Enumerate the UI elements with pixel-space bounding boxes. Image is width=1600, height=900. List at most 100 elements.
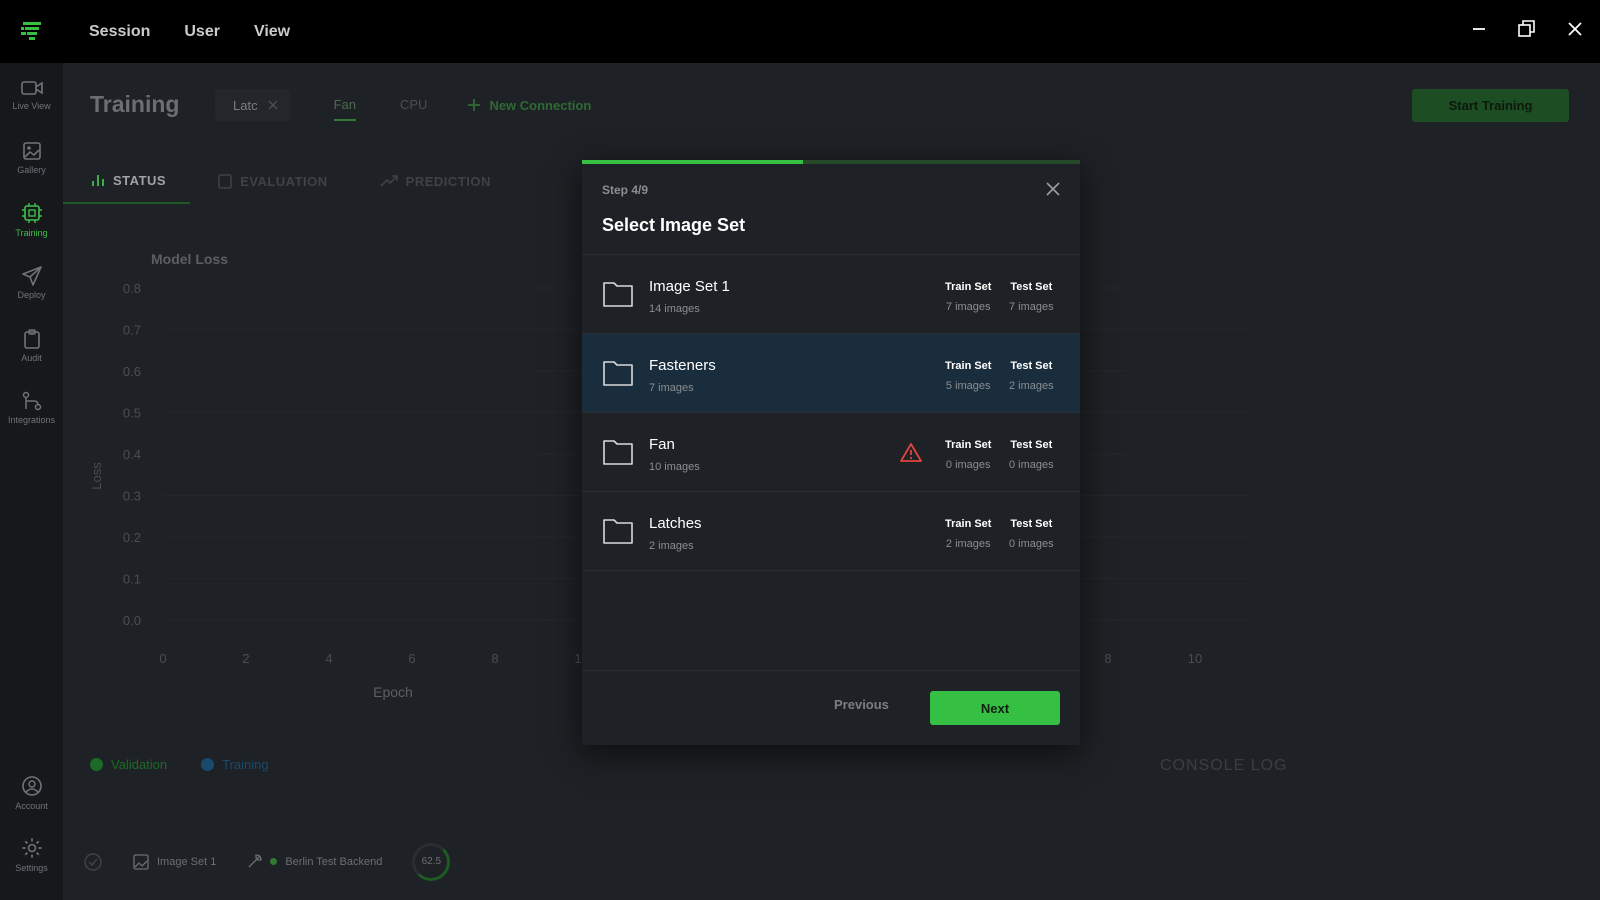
paper-plane-icon xyxy=(21,266,42,286)
image-set-row[interactable]: Image Set 1 14 images Train Set 7 images … xyxy=(582,255,1080,334)
folder-icon xyxy=(603,440,633,465)
train-set-header: Train Set xyxy=(945,360,992,372)
image-set-name: Fan xyxy=(649,436,675,453)
warning-icon[interactable] xyxy=(900,442,922,462)
image-set-count: 14 images xyxy=(649,303,700,315)
x-tick-label: 8 xyxy=(1104,651,1111,666)
image-set-count: 7 images xyxy=(649,382,694,394)
backend-status-dot xyxy=(270,858,278,865)
test-set-column: Test Set 0 images xyxy=(1009,439,1054,471)
folder-icon xyxy=(603,282,633,307)
y-tick-label: 0.1 xyxy=(123,572,141,587)
test-set-header: Test Set xyxy=(1010,518,1053,530)
legend-validation[interactable]: Validation xyxy=(90,757,167,772)
test-set-value: 0 images xyxy=(1009,459,1054,471)
status-image-set[interactable]: Image Set 1 xyxy=(133,853,217,870)
gear-icon xyxy=(22,838,41,858)
legend-label: Validation xyxy=(111,757,168,772)
image-icon xyxy=(22,142,41,160)
sidebar-item-label: Gallery xyxy=(17,165,46,175)
menu-view[interactable]: View xyxy=(254,23,290,41)
x-tick-label: 1 xyxy=(574,651,581,666)
train-set-column: Train Set 5 images xyxy=(945,360,991,392)
sidebar-item-label: Deploy xyxy=(17,290,46,300)
test-set-column: Test Set 7 images xyxy=(1009,281,1054,313)
test-set-value: 2 images xyxy=(1009,380,1054,392)
sidebar-item-live-view[interactable]: Live View xyxy=(0,67,63,123)
image-set-row[interactable]: Latches 2 images Train Set 2 images Test … xyxy=(582,492,1080,571)
train-set-value: 0 images xyxy=(945,459,991,471)
image-set-name: Latches xyxy=(649,515,702,532)
next-button[interactable]: Next xyxy=(930,691,1060,725)
train-set-value: 5 images xyxy=(945,380,991,392)
test-set-header: Test Set xyxy=(1010,360,1053,372)
image-set-row[interactable]: Fasteners 7 images Train Set 5 images Tes… xyxy=(582,334,1080,413)
sidebar-item-label: Settings xyxy=(15,863,48,873)
y-tick-label: 0.8 xyxy=(123,281,141,296)
test-set-column: Test Set 2 images xyxy=(1009,360,1054,392)
y-tick-label: 0.7 xyxy=(123,323,141,338)
menu-bar: Session User View xyxy=(89,23,290,41)
train-set-value: 7 images xyxy=(945,301,991,313)
train-set-column: Train Set 0 images xyxy=(945,439,991,471)
sidebar-item-integrations[interactable]: Integrations xyxy=(0,380,63,436)
console-log-button[interactable]: CONSOLE LOG xyxy=(1160,757,1287,775)
sidebar: Live View Gallery Training Deploy Audit … xyxy=(0,63,63,900)
folder-icon xyxy=(603,519,633,544)
menu-user[interactable]: User xyxy=(184,23,220,41)
sidebar-item-account[interactable]: Account xyxy=(0,765,63,821)
sidebar-item-audit[interactable]: Audit xyxy=(0,318,63,374)
x-tick-label: 0 xyxy=(159,651,166,666)
account-icon xyxy=(21,776,42,796)
train-set-header: Train Set xyxy=(945,518,992,530)
sidebar-item-deploy[interactable]: Deploy xyxy=(0,255,63,311)
dialog-footer: Previous Next xyxy=(582,670,1080,745)
close-window-icon[interactable] xyxy=(1564,18,1586,40)
image-set-name: Fasteners xyxy=(649,357,716,374)
image-set-count: 10 images xyxy=(649,461,700,473)
wrench-icon xyxy=(248,853,262,867)
sidebar-item-label: Audit xyxy=(21,353,42,363)
title-bar: Session User View xyxy=(0,0,1600,63)
status-image-set-label: Image Set 1 xyxy=(157,855,217,868)
test-set-value: 7 images xyxy=(1009,301,1054,313)
y-tick-label: 0.0 xyxy=(123,613,141,628)
y-tick-label: 0.6 xyxy=(123,364,141,379)
x-tick-label: 6 xyxy=(408,651,415,666)
chip-icon xyxy=(21,203,42,223)
y-tick-label: 0.4 xyxy=(123,447,141,462)
status-bar: Image Set 1 Berlin Test Backend 62.5 xyxy=(63,823,1600,900)
clipboard-icon xyxy=(23,329,40,349)
test-set-header: Test Set xyxy=(1010,439,1053,451)
close-icon[interactable] xyxy=(1044,180,1062,198)
image-icon xyxy=(133,853,149,870)
train-set-column: Train Set 2 images xyxy=(945,518,991,550)
test-set-value: 0 images xyxy=(1009,538,1054,550)
y-tick-label: 0.5 xyxy=(123,406,141,421)
step-progress-fill xyxy=(582,160,804,164)
status-backend[interactable]: Berlin Test Backend xyxy=(246,853,383,870)
sidebar-item-label: Integrations xyxy=(7,415,56,425)
dialog-title: Select Image Set xyxy=(602,215,746,235)
sidebar-item-settings[interactable]: Settings xyxy=(0,827,63,883)
check-circle-icon xyxy=(84,852,102,871)
step-indicator: Step 4/9 xyxy=(602,183,649,197)
x-tick-label: 8 xyxy=(491,651,498,666)
y-tick-label: 0.2 xyxy=(123,530,141,545)
sidebar-item-label: Training xyxy=(15,228,48,238)
previous-button[interactable]: Previous xyxy=(834,697,889,712)
sidebar-item-gallery[interactable]: Gallery xyxy=(0,130,63,186)
minimize-icon[interactable] xyxy=(1468,18,1490,40)
status-backend-label: Berlin Test Backend xyxy=(285,855,383,868)
legend-training[interactable]: Training xyxy=(201,757,269,772)
git-icon xyxy=(22,391,41,411)
video-camera-icon xyxy=(20,81,43,95)
image-set-list: Image Set 1 14 images Train Set 7 images … xyxy=(582,254,1080,571)
folder-icon xyxy=(603,361,633,386)
restore-icon[interactable] xyxy=(1516,18,1538,40)
image-set-row[interactable]: Fan 10 images Train Set 0 images Test Set… xyxy=(582,413,1080,492)
status-check xyxy=(83,852,103,872)
menu-session[interactable]: Session xyxy=(89,23,150,41)
sidebar-item-training[interactable]: Training xyxy=(0,192,63,248)
train-set-header: Train Set xyxy=(945,439,992,451)
